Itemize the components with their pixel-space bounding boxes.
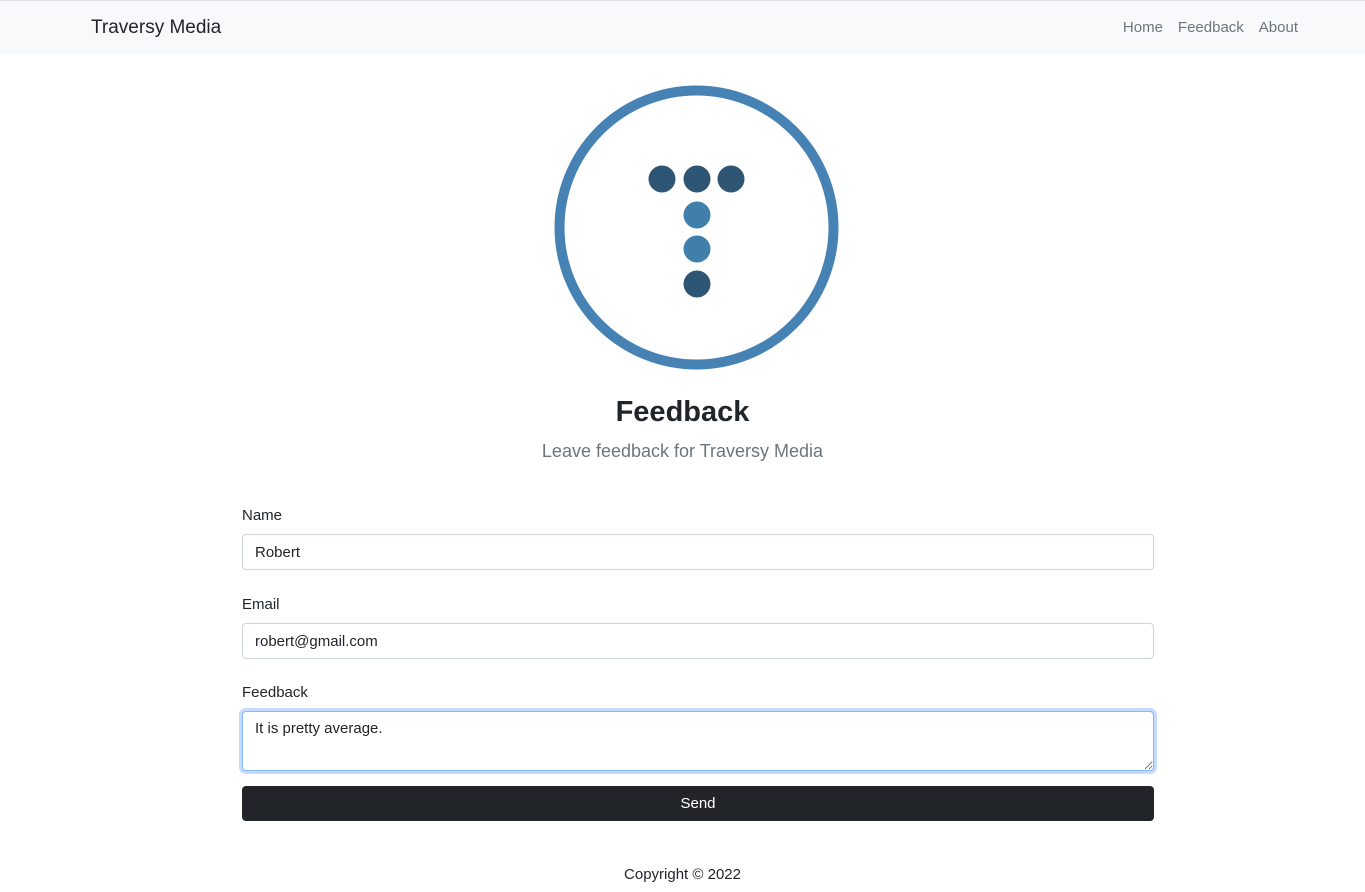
email-group: Email (242, 595, 1154, 659)
email-input[interactable] (242, 623, 1154, 659)
name-label: Name (242, 507, 283, 524)
logo-dot (648, 165, 676, 193)
logo-dot (683, 270, 711, 298)
nav-link-about[interactable]: About (1259, 19, 1298, 36)
feedback-textarea[interactable]: It is pretty average. (242, 711, 1154, 771)
logo-dot (683, 165, 711, 193)
nav-link-feedback[interactable]: Feedback (1178, 19, 1244, 36)
feedback-label: Feedback (242, 684, 308, 701)
page-subtitle: Leave feedback for Traversy Media (541, 441, 824, 461)
traversy-logo-icon (554, 85, 839, 370)
logo-dot (717, 165, 745, 193)
footer-copyright: Copyright © 2022 (624, 866, 741, 883)
feedback-group: Feedback It is pretty average. (242, 683, 1154, 771)
send-button[interactable]: Send (242, 786, 1154, 821)
email-label: Email (242, 596, 280, 613)
name-input[interactable] (242, 534, 1154, 570)
logo-dot (683, 201, 711, 229)
logo-dot (683, 235, 711, 263)
navbar: Traversy Media Home Feedback About (0, 0, 1365, 54)
nav-link-home[interactable]: Home (1123, 19, 1163, 36)
page-title: Feedback (615, 396, 750, 428)
name-group: Name (242, 506, 1154, 570)
nav-links: Home Feedback About (1123, 19, 1298, 36)
brand-link[interactable]: Traversy Media (91, 17, 221, 39)
feedback-form: Name Email Feedback It is pretty average… (242, 506, 1154, 821)
